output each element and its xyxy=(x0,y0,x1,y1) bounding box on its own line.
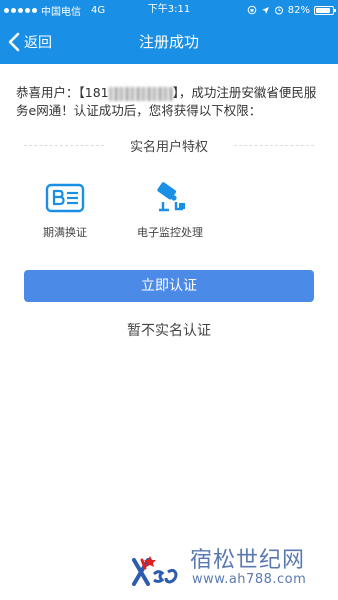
section-title: 实名用户特权 xyxy=(123,140,214,155)
status-right: 82% xyxy=(247,0,336,20)
id-card-icon xyxy=(45,183,85,213)
watermark-title: 宿松世纪网 xyxy=(190,548,306,573)
congrats-prefix: 恭喜用户：【181 xyxy=(16,85,109,100)
page-title: 注册成功 xyxy=(138,33,199,51)
verify-now-button[interactable]: 立即认证 xyxy=(24,270,314,302)
watermark-url: www.ah788.com xyxy=(192,572,307,587)
privilege-label-monitoring: 电子监控处理 xyxy=(137,226,203,239)
battery-icon xyxy=(314,5,336,15)
camera-icon xyxy=(157,182,185,212)
privilege-item-monitoring[interactable]: 电子监控处理 xyxy=(128,180,212,240)
alarm-icon xyxy=(274,6,283,15)
masked-phone-number xyxy=(108,86,173,101)
privilege-item-renewal[interactable]: 期满换证 xyxy=(34,180,96,240)
status-bar: 中国电信 4G 下午3:11 82% xyxy=(0,0,338,20)
watermark: 宿松世纪网 www.ah788.com xyxy=(132,540,332,596)
battery-percent: 82% xyxy=(287,4,310,16)
divider-left xyxy=(24,145,104,146)
site-logo-icon xyxy=(132,556,178,586)
nav-bar: 返回 注册成功 xyxy=(0,20,338,64)
skip-verification-link[interactable]: 暂不实名认证 xyxy=(0,320,338,340)
location-icon xyxy=(261,6,269,14)
section-header: 实名用户特权 xyxy=(24,136,314,155)
lock-rotation-icon xyxy=(247,5,257,15)
congrats-message: 恭喜用户：【181 】，成功注册安徽省便民服务e网通！认证成功后，您将获得以下权限… xyxy=(16,84,322,120)
divider-right xyxy=(234,145,314,146)
privilege-label-renewal: 期满换证 xyxy=(43,226,87,239)
